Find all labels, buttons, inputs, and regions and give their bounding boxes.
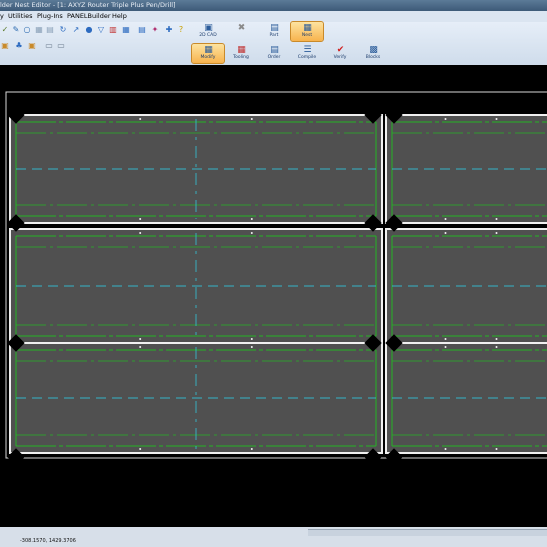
tools-icon: ✖ — [237, 23, 246, 33]
drill-point — [444, 346, 447, 348]
cursor-coordinates: -308.1570, 1429.3706 — [20, 538, 76, 544]
drill-point — [250, 232, 253, 234]
menu-bar: y Utilities Plug-Ins PANELBuilder Help — [0, 11, 547, 22]
modify-icon: ▦ — [204, 45, 213, 55]
nest-icon: ▦ — [303, 23, 312, 33]
horizontal-scrollbar[interactable] — [308, 529, 547, 536]
nest-canvas[interactable] — [0, 65, 547, 527]
drill-point — [495, 346, 498, 348]
drill-point — [250, 346, 253, 348]
verify-icon: ✔ — [336, 45, 345, 55]
menu-item-plug-ins[interactable]: Plug-Ins — [37, 11, 63, 22]
drill-point — [139, 118, 142, 120]
ribbon-tools-button[interactable]: ✖ — [225, 22, 257, 41]
drill-point — [444, 218, 447, 220]
compile-icon: ☰ — [303, 45, 312, 55]
drill-point — [495, 232, 498, 234]
part-icon: ▤ — [270, 23, 279, 33]
drill-point — [139, 338, 142, 340]
drill-point — [139, 232, 142, 234]
grid-icon[interactable]: ▦ — [34, 25, 44, 35]
ribbon-modify-button[interactable]: ▦ Modify — [191, 43, 225, 64]
tooling-icon: ▦ — [237, 45, 246, 55]
drill-point — [444, 232, 447, 234]
ribbon-nest-button[interactable]: ▦ Nest — [290, 21, 324, 42]
ribbon-order-button[interactable]: ▤ Order — [258, 44, 290, 63]
blocks-icon: ▩ — [369, 45, 378, 55]
toggle-icon[interactable]: ▭ — [56, 41, 66, 51]
layout-icon[interactable]: ▭ — [44, 41, 54, 51]
ribbon: ▣ 2D CAD ✖ ▤ Part ▦ Nest ▦ Modify ▦ Tool… — [191, 21, 389, 65]
drill-point — [139, 448, 142, 450]
drill-point — [495, 218, 498, 220]
menu-item-panelbuilder[interactable]: PANELBuilder — [67, 11, 111, 22]
title-bar: lder Nest Editor - [1: AXYZ Router Tripl… — [0, 0, 547, 11]
circle-icon[interactable]: ○ — [22, 25, 32, 35]
drill-point — [444, 118, 447, 120]
drill-point — [250, 448, 253, 450]
drill-point — [495, 338, 498, 340]
info-icon[interactable]: ● — [84, 25, 94, 35]
wand-icon[interactable]: ✓ — [0, 25, 10, 35]
drill-point — [444, 338, 447, 340]
drill-point — [250, 338, 253, 340]
drill-point — [444, 448, 447, 450]
ribbon-tooling-button[interactable]: ▦ Tooling — [225, 44, 257, 63]
rotate-icon[interactable]: ↻ — [58, 25, 68, 35]
chart-icon[interactable]: ▤ — [137, 25, 147, 35]
menu-item-utilities[interactable]: Utilities — [8, 11, 32, 22]
table-icon[interactable]: ▦ — [121, 25, 131, 35]
drill-point — [139, 218, 142, 220]
ribbon-compile-button[interactable]: ☰ Compile — [291, 44, 323, 63]
nest-drawing — [5, 91, 547, 466]
filter-icon[interactable]: ▽ — [96, 25, 106, 35]
ribbon-verify-button[interactable]: ✔ Verify — [324, 44, 356, 63]
arrow-icon[interactable]: ↗ — [71, 25, 81, 35]
menu-item-help[interactable]: Help — [112, 11, 127, 22]
panel-icon[interactable]: ▣ — [0, 41, 10, 51]
drill-point — [139, 346, 142, 348]
drill-point — [250, 118, 253, 120]
cad-icon: ▣ — [204, 23, 213, 33]
ribbon-blocks-button[interactable]: ▩ Blocks — [357, 44, 389, 63]
ribbon-part-button[interactable]: ▤ Part — [258, 22, 290, 41]
drill-point — [495, 118, 498, 120]
help-icon[interactable]: ? — [176, 25, 186, 35]
order-icon: ▤ — [270, 45, 279, 55]
brush-icon[interactable]: ✦ — [150, 25, 160, 35]
sheet-icon[interactable]: ▣ — [27, 41, 37, 51]
pencil-icon[interactable]: ✎ — [11, 25, 21, 35]
text-icon[interactable]: ✚ — [164, 25, 174, 35]
drill-point — [495, 448, 498, 450]
ruler-icon[interactable]: ▥ — [108, 25, 118, 35]
drill-point — [250, 218, 253, 220]
component-icon[interactable]: ♣ — [14, 41, 24, 51]
ribbon-2d-cad-button[interactable]: ▣ 2D CAD — [192, 22, 224, 41]
sheet-small-icon[interactable]: ▤ — [45, 25, 55, 35]
window-title: lder Nest Editor - [1: AXYZ Router Tripl… — [0, 1, 176, 9]
menu-item-view[interactable]: y — [0, 11, 4, 22]
